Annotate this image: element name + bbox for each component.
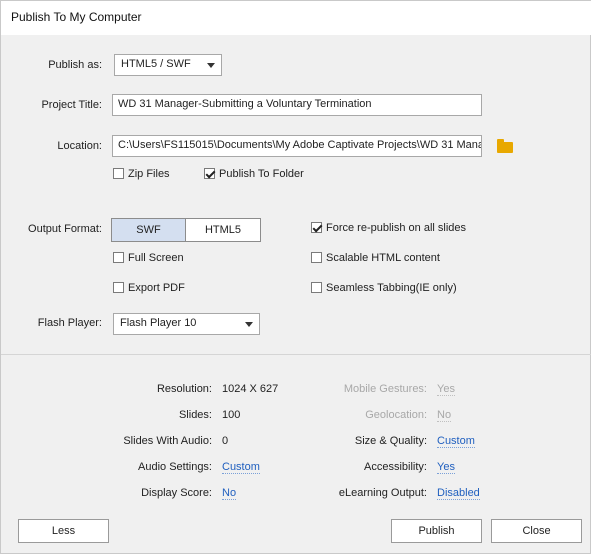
export-pdf-checkbox[interactable]: Export PDF xyxy=(113,282,185,296)
accessibility-label: Accessibility: xyxy=(364,461,427,473)
flash-player-label: Flash Player: xyxy=(37,317,102,329)
publish-button[interactable]: Publish xyxy=(391,519,482,543)
slides-label: Slides: xyxy=(178,409,212,421)
project-title-input[interactable]: WD 31 Manager-Submitting a Voluntary Ter… xyxy=(112,94,482,116)
resolution-value: 1024 X 627 xyxy=(222,383,279,395)
checkbox-box xyxy=(113,168,124,179)
checkbox-box xyxy=(311,282,322,293)
slides-with-audio-value: 0 xyxy=(222,435,229,447)
divider xyxy=(1,354,591,355)
window-title: Publish To My Computer xyxy=(1,1,591,35)
output-format-html5[interactable]: HTML5 xyxy=(185,218,261,242)
audio-settings-link[interactable]: Custom xyxy=(222,461,260,474)
project-title-label: Project Title: xyxy=(41,99,102,111)
scalable-html-label: Scalable HTML content xyxy=(326,252,440,264)
chevron-down-icon xyxy=(245,322,253,327)
full-screen-checkbox[interactable]: Full Screen xyxy=(113,252,184,266)
slides-value: 100 xyxy=(222,409,241,421)
geolocation-label: Geolocation: xyxy=(365,409,427,421)
accessibility-link[interactable]: Yes xyxy=(437,461,455,474)
size-quality-label: Size & Quality: xyxy=(354,435,427,447)
seamless-tabbing-label: Seamless Tabbing(IE only) xyxy=(326,282,457,294)
checkbox-box xyxy=(311,252,322,263)
full-screen-label: Full Screen xyxy=(128,252,184,264)
checkbox-box xyxy=(204,168,215,179)
folder-icon[interactable] xyxy=(497,139,513,153)
resolution-label: Resolution: xyxy=(156,383,212,395)
mobile-gestures-label: Mobile Gestures: xyxy=(343,383,427,395)
export-pdf-label: Export PDF xyxy=(128,282,185,294)
publish-to-folder-checkbox[interactable]: Publish To Folder xyxy=(204,168,304,182)
close-button[interactable]: Close xyxy=(491,519,582,543)
checkbox-box xyxy=(311,222,322,233)
output-format-swf[interactable]: SWF xyxy=(111,218,186,242)
scalable-html-checkbox[interactable]: Scalable HTML content xyxy=(311,252,440,266)
force-republish-label: Force re-publish on all slides xyxy=(326,222,467,234)
mobile-gestures-link: Yes xyxy=(437,383,455,396)
display-score-link[interactable]: No xyxy=(222,487,237,500)
less-button[interactable]: Less xyxy=(18,519,109,543)
elearning-output-label: eLearning Output: xyxy=(338,487,427,499)
elearning-output-link[interactable]: Disabled xyxy=(437,487,480,500)
checkbox-box xyxy=(113,282,124,293)
publish-as-label: Publish as: xyxy=(48,59,102,71)
location-label: Location: xyxy=(57,140,102,152)
flash-player-value: Flash Player 10 xyxy=(120,317,197,329)
flash-player-dropdown[interactable]: Flash Player 10 xyxy=(113,313,260,335)
zip-files-checkbox[interactable]: Zip Files xyxy=(113,168,170,182)
display-score-label: Display Score: xyxy=(141,487,212,499)
location-input[interactable]: C:\Users\FS115015\Documents\My Adobe Cap… xyxy=(112,135,482,157)
output-format-label: Output Format: xyxy=(28,223,102,235)
publish-to-folder-label: Publish To Folder xyxy=(219,168,304,180)
force-republish-checkbox[interactable]: Force re-publish on all slides xyxy=(311,222,466,236)
publish-as-dropdown[interactable]: HTML5 / SWF xyxy=(114,54,222,76)
audio-settings-label: Audio Settings: xyxy=(138,461,212,473)
size-quality-link[interactable]: Custom xyxy=(437,435,475,448)
checkbox-box xyxy=(113,252,124,263)
zip-files-label: Zip Files xyxy=(128,168,170,180)
publish-as-value: HTML5 / SWF xyxy=(121,58,191,70)
slides-with-audio-label: Slides With Audio: xyxy=(123,435,212,447)
publish-dialog: Publish To My Computer Publish as: HTML5… xyxy=(0,0,591,554)
geolocation-link: No xyxy=(437,409,452,422)
seamless-tabbing-checkbox[interactable]: Seamless Tabbing(IE only) xyxy=(311,282,457,296)
chevron-down-icon xyxy=(207,63,215,68)
